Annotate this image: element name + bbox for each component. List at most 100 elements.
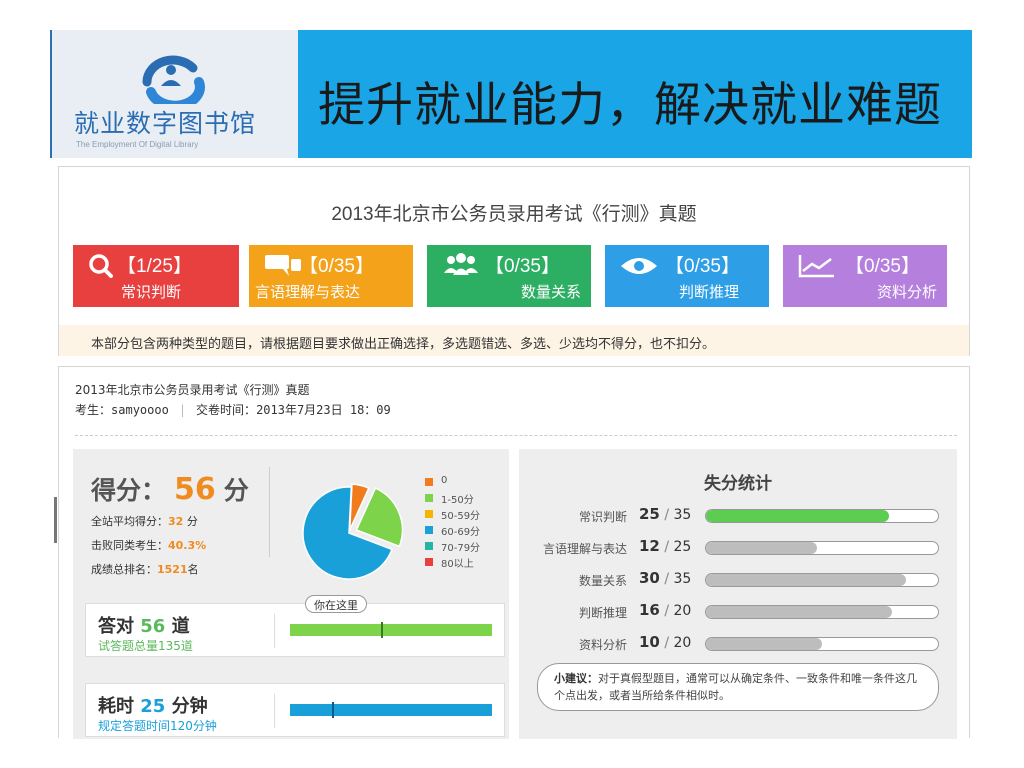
exam-title: 2013年北京市公务员录用考试《行测》真题 xyxy=(331,204,697,225)
correct-unit: 道 xyxy=(171,616,190,637)
candidate-label: 考生： xyxy=(75,403,112,417)
position-marker xyxy=(380,622,383,638)
legend-swatch xyxy=(425,542,433,550)
loss-statistics: 失分统计 常识判断 25 / 35 言语理解与表达 12 / 25 数量关系 3… xyxy=(519,449,957,739)
score-unit: 分 xyxy=(223,476,249,505)
loss-score-value: 30 xyxy=(639,569,660,587)
average-value: 32 xyxy=(168,515,184,528)
line-chart-icon xyxy=(798,255,834,278)
overall-rank: 成绩总排名：1521名 xyxy=(91,561,199,577)
loss-row: 数量关系 30 / 35 xyxy=(519,569,957,591)
score-label: 得分： xyxy=(91,476,167,505)
legend-swatch xyxy=(425,510,433,518)
category-label: 数量关系 xyxy=(521,283,582,301)
score-distribution-pie xyxy=(302,483,404,580)
legend-label: 80以上 xyxy=(441,559,474,570)
loss-row: 资料分析 10 / 20 xyxy=(519,633,957,655)
loss-progress-bar xyxy=(705,605,939,619)
rank-label: 成绩总排名： xyxy=(91,563,157,576)
time-label: 耗时 xyxy=(98,696,134,717)
slash: / xyxy=(664,603,670,619)
legend-swatch xyxy=(425,478,433,486)
loss-row-label: 言语理解与表达 xyxy=(542,542,627,556)
rank-value: 1521 xyxy=(157,563,188,576)
position-marker xyxy=(332,702,335,718)
slogan: 提升就业能力，解决就业难题 xyxy=(318,78,942,133)
rank-unit: 名 xyxy=(187,563,199,576)
divider xyxy=(75,435,957,436)
loss-progress-bar xyxy=(705,637,939,651)
category-button-reasoning[interactable]: 【0/35】 判断推理 xyxy=(605,245,769,307)
loss-score-value: 25 xyxy=(639,505,660,523)
divider xyxy=(269,467,270,557)
correct-count: 答对 56 道 xyxy=(98,612,190,638)
category-label: 常识判断 xyxy=(121,283,182,301)
result-title: 2013年北京市公务员录用考试《行测》真题 xyxy=(75,383,310,397)
category-button-quantity[interactable]: 【0/35】 数量关系 xyxy=(427,245,591,307)
logo[interactable]: 就业数字图书馆 The Employment Of Digital Librar… xyxy=(50,30,298,158)
loss-row-score: 25 / 35 xyxy=(639,505,691,523)
average-label: 全站平均得分： xyxy=(91,515,168,528)
category-count: 【0/35】 xyxy=(485,256,560,277)
score-summary: 得分： 56 分 全站平均得分：32 分 击败同类考生：40.3% 成绩总排名：15… xyxy=(73,449,509,739)
slash: / xyxy=(664,571,670,587)
divider xyxy=(274,614,275,648)
window-edge-mark xyxy=(54,497,57,543)
score-display: 得分： 56 分 xyxy=(91,471,249,507)
logo-name: 就业数字图书馆 xyxy=(74,109,257,138)
loss-score-total: 20 xyxy=(673,635,692,651)
time-limit-note: 规定答题时间120分钟 xyxy=(98,719,217,733)
category-label: 言语理解与表达 xyxy=(255,283,361,301)
instructions-notice: 本部分包含两种类型的题目，请根据题目要求做出正确选择，多选题错选、多选、少选均不… xyxy=(59,325,969,356)
loss-row-label: 判断推理 xyxy=(578,606,627,620)
loss-progress-fill xyxy=(706,574,906,586)
slash: / xyxy=(664,539,670,555)
category-button-data-analysis[interactable]: 【0/35】 资料分析 xyxy=(783,245,947,307)
time-progress-bar xyxy=(290,702,492,718)
loss-row: 言语理解与表达 12 / 25 xyxy=(519,537,957,559)
suggestion-label: 小建议： xyxy=(554,672,598,685)
loss-row: 常识判断 25 / 35 xyxy=(519,505,957,527)
loss-row-score: 10 / 20 xyxy=(639,633,691,651)
loss-row-label: 常识判断 xyxy=(578,510,627,524)
site-header: 就业数字图书馆 The Employment Of Digital Librar… xyxy=(50,30,972,158)
category-count: 【1/25】 xyxy=(117,256,192,277)
logo-subtitle: The Employment Of Digital Library xyxy=(76,140,199,149)
loss-score-total: 20 xyxy=(673,603,692,619)
category-button-verbal[interactable]: 【0/35】 言语理解与表达 xyxy=(249,245,413,307)
category-label: 判断推理 xyxy=(679,283,740,301)
time-spent-card: 耗时 25 分钟 规定答题时间120分钟 xyxy=(85,683,505,737)
loss-progress-bar xyxy=(705,541,939,555)
logo-mark-icon xyxy=(142,55,205,104)
average-unit: 分 xyxy=(186,515,198,528)
category-button-common-sense[interactable]: 【1/25】 常识判断 xyxy=(73,245,239,307)
correct-answers-card: 答对 56 道 试答题总量135道 xyxy=(85,603,505,657)
chat-icon xyxy=(265,255,301,276)
loss-row-score: 12 / 25 xyxy=(639,537,691,555)
time-value: 25 xyxy=(140,696,166,717)
correct-progress-bar xyxy=(290,622,492,638)
time-unit: 分钟 xyxy=(171,696,208,717)
beat-label: 击败同类考生： xyxy=(91,539,168,552)
category-label: 资料分析 xyxy=(877,283,938,301)
legend-label: 60-69分 xyxy=(441,527,481,538)
you-are-here-tooltip: 你在这里 xyxy=(305,595,367,613)
people-icon xyxy=(444,253,478,275)
loss-progress-bar xyxy=(705,573,939,587)
loss-score-value: 12 xyxy=(639,537,660,555)
legend-swatch xyxy=(425,494,433,502)
category-count: 【0/35】 xyxy=(299,256,374,277)
correct-value: 56 xyxy=(140,616,166,637)
slash: / xyxy=(664,507,670,523)
suggestion-text: 对于真假型题目，通常可以从确定条件、一致条件和唯一条件这几个点出发，或者当所给条… xyxy=(554,672,917,702)
submit-time-label: 交卷时间： xyxy=(196,403,257,417)
loss-score-total: 35 xyxy=(673,507,692,523)
category-count: 【0/35】 xyxy=(665,256,740,277)
total-questions-note: 试答题总量135道 xyxy=(98,639,193,653)
loss-progress-bar xyxy=(705,509,939,523)
slash: / xyxy=(664,635,670,651)
score-value: 56 xyxy=(174,472,216,507)
candidate-info: 考生：samyoooo | 交卷时间：2013年7月23日 18：09 xyxy=(75,401,391,418)
eye-icon xyxy=(621,258,657,274)
legend-swatch xyxy=(425,526,433,534)
